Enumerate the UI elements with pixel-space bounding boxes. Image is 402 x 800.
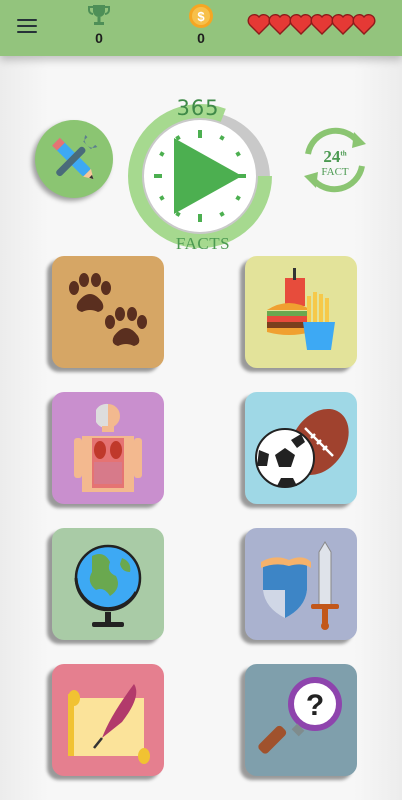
fast-food-icon [267, 268, 335, 350]
coin-count: 0 [197, 30, 205, 46]
wrench-pencil-icon [52, 134, 98, 180]
category-tile-geography[interactable] [52, 528, 164, 640]
category-tile-mystery[interactable]: ? [245, 664, 357, 776]
svg-text:?: ? [306, 689, 324, 722]
stopwatch-play-icon [128, 104, 272, 248]
category-tile-food[interactable] [245, 256, 357, 368]
daily-fact-button[interactable]: 24th FACT [294, 120, 376, 200]
clock-tick [175, 135, 181, 141]
category-tile-sports[interactable] [245, 392, 357, 504]
clock-tick [159, 151, 165, 157]
heart-icon [352, 14, 376, 35]
clock-tick [219, 135, 225, 141]
magnifier-question-icon: ? [258, 677, 342, 754]
trophy-count: 0 [95, 30, 103, 46]
anatomy-icon [74, 403, 142, 492]
day-number: 24th [323, 147, 347, 166]
clock-tick [159, 195, 165, 201]
clock-tick [235, 151, 241, 157]
tools-button[interactable] [35, 120, 113, 198]
category-tile-animals[interactable] [52, 256, 164, 368]
paw-icon [69, 273, 147, 346]
facts-label: FACTS [175, 234, 231, 253]
category-tile-literature[interactable] [52, 664, 164, 776]
balls-icon [255, 408, 349, 488]
clock-tick [219, 211, 225, 217]
daily-fact-label: FACT [321, 166, 349, 178]
lives-hearts [247, 13, 376, 35]
play-button[interactable]: 365 FACTS [118, 96, 278, 256]
menu-icon[interactable] [17, 19, 39, 37]
category-tile-human-body[interactable] [52, 392, 164, 504]
top-bar: 0 $ 0 [0, 0, 402, 56]
globe-icon [74, 544, 142, 627]
scroll-quill-icon [68, 684, 150, 764]
coin-stat: $ 0 [181, 3, 221, 46]
shield-sword-icon [261, 541, 339, 630]
365-label: 365 [176, 96, 220, 120]
svg-text:$: $ [197, 9, 205, 24]
clock-tick [175, 211, 181, 217]
trophy-icon [88, 5, 110, 25]
clock-tick [235, 195, 241, 201]
coin-icon: $ [189, 4, 213, 28]
category-tile-history[interactable] [245, 528, 357, 640]
trophy-stat: 0 [79, 3, 119, 46]
